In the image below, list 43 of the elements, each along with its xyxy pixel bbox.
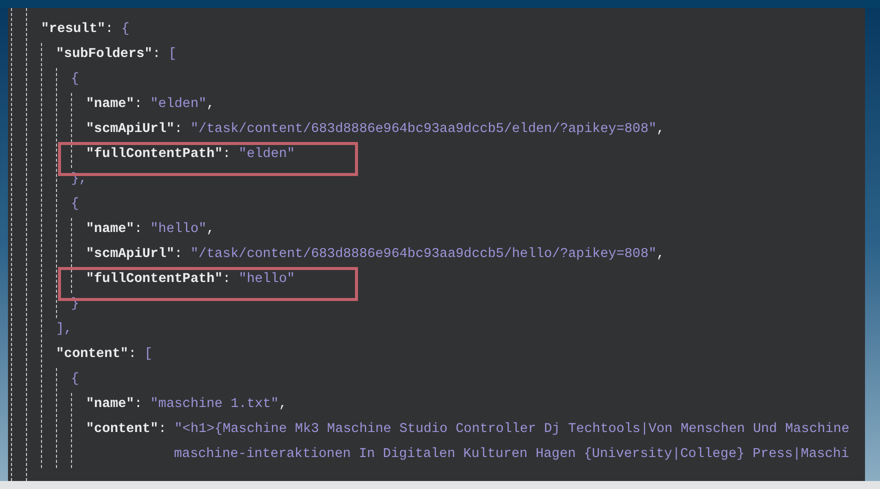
closing-bracket: ], [56, 321, 72, 340]
json-key: "subFolders" [56, 45, 152, 66]
json-value: [ [144, 346, 152, 364]
json-value: "elden" [238, 146, 295, 164]
json-value: { [121, 21, 130, 40]
colon: : [222, 146, 231, 164]
json-value: [ [168, 46, 177, 64]
json-key: "scmApiUrl" [86, 245, 174, 266]
json-value: "hello" [238, 271, 295, 290]
comma: , [656, 121, 665, 140]
json-value: { [71, 371, 80, 390]
colon: : [158, 421, 166, 440]
comma: , [206, 221, 215, 240]
json-value: { [71, 71, 80, 90]
colon: : [105, 21, 114, 40]
json-key: "content" [86, 420, 158, 441]
json-value: "/task/content/683d8886e964bc93aa9dccb5/elden/?apikey=808" [190, 121, 657, 140]
json-key: "result" [41, 20, 106, 41]
colon: : [174, 246, 182, 264]
json-key: "scmApiUrl" [86, 120, 174, 141]
comma: , [656, 246, 665, 264]
json-value: "maschine 1.txt" [150, 396, 279, 414]
colon: : [134, 396, 142, 414]
json-value: maschine-interaktionen In Digitalen Kulturen Hagen {University|College} Press|Maschi [174, 446, 849, 464]
colon: : [222, 271, 231, 290]
colon: : [174, 121, 182, 140]
comma: , [278, 396, 287, 414]
json-key: "name" [86, 395, 134, 416]
json-value: "hello" [150, 221, 207, 240]
json-key: "fullContentPath" [86, 270, 223, 291]
json-key: "content" [56, 345, 128, 366]
json-value: "<h1>{Maschine Mk3 Maschine Studio Controller Dj Techtools|Von Menschen Und Maschine [174, 421, 850, 440]
colon: : [128, 346, 136, 364]
json-value: "/task/content/683d8886e964bc93aa9dccb5/hello/?apikey=808" [190, 246, 657, 264]
json-key: "name" [86, 220, 134, 241]
colon: : [152, 46, 160, 64]
json-key: "name" [86, 95, 134, 116]
colon: : [134, 221, 142, 240]
json-value: { [71, 196, 80, 214]
comma: , [206, 96, 215, 114]
json-key: "fullContentPath" [86, 145, 223, 166]
json-value: "elden" [150, 96, 207, 114]
colon: : [134, 96, 142, 114]
